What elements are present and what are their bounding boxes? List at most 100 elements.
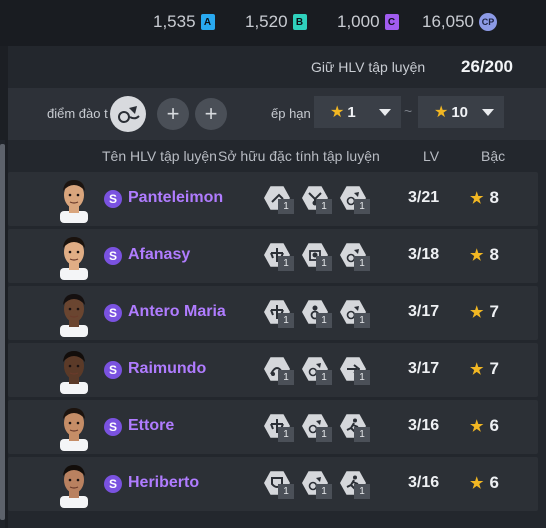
trait-badge: 1 bbox=[264, 470, 300, 500]
trainer-avatar bbox=[60, 408, 88, 451]
trainer-name: Ettore bbox=[128, 417, 175, 434]
dropdown-arrow-icon bbox=[379, 109, 391, 116]
training-filter-label: điểm đào t bbox=[47, 106, 108, 121]
trait-badge: 1 bbox=[340, 299, 376, 329]
grade-filter-label: ếp hạn bbox=[271, 106, 311, 121]
trait-level: 1 bbox=[316, 256, 332, 271]
trait-level: 1 bbox=[354, 370, 370, 385]
trainer-grade: ★ 8 bbox=[470, 188, 499, 207]
trainer-avatar bbox=[60, 294, 88, 337]
trainer-avatar bbox=[60, 465, 88, 508]
rank-s-badge: S bbox=[104, 475, 122, 493]
trainer-grade: ★ 7 bbox=[470, 302, 499, 321]
trainer-name: Heriberto bbox=[128, 474, 200, 491]
trainer-lv: 3/16 bbox=[408, 417, 440, 434]
currency-cp: 16,050 CP bbox=[422, 12, 497, 32]
trait-badge: 1 bbox=[264, 242, 300, 272]
trainer-row[interactable]: S Afanasy 1 1 1 3/18 ★ 8 bbox=[8, 229, 538, 283]
trait-badge: 1 bbox=[340, 356, 376, 386]
trait-level: 1 bbox=[316, 370, 332, 385]
trainer-name: Raimundo bbox=[128, 360, 207, 377]
star-icon: ★ bbox=[470, 304, 484, 321]
currency-a-icon: A bbox=[200, 14, 215, 30]
trait-level: 1 bbox=[278, 313, 294, 328]
trainer-hold-row: Giữ HLV tập luyện 26/200 bbox=[8, 46, 538, 86]
rank-s-badge: S bbox=[104, 361, 122, 379]
grade-min-select[interactable]: ★ 1 bbox=[314, 96, 401, 128]
trait-badge: 1 bbox=[302, 356, 338, 386]
hold-value: 26/200 bbox=[461, 57, 513, 76]
trainer-lv: 3/21 bbox=[408, 189, 440, 206]
add-trait-button-2[interactable]: + bbox=[195, 98, 227, 130]
star-icon: ★ bbox=[470, 361, 484, 378]
range-separator: ~ bbox=[404, 103, 413, 119]
cp-coin-icon: CP bbox=[479, 13, 497, 31]
trainer-avatar bbox=[60, 237, 88, 280]
currency-b-icon: B bbox=[292, 14, 307, 30]
trainer-row[interactable]: S Panteleimon 1 1 1 3/21 ★ 8 bbox=[8, 172, 538, 226]
star-icon: ★ bbox=[434, 104, 449, 121]
trait-badge: 1 bbox=[264, 356, 300, 386]
trait-badge: 1 bbox=[264, 413, 300, 443]
trainer-name: Panteleimon bbox=[128, 189, 224, 206]
column-header-lv[interactable]: LV bbox=[423, 148, 439, 164]
rank-s-badge: S bbox=[104, 418, 122, 436]
trait-badge: 1 bbox=[302, 413, 338, 443]
trainer-lv: 3/17 bbox=[408, 303, 440, 320]
trait-level: 1 bbox=[354, 199, 370, 214]
column-header-name[interactable]: Tên HLV tập luyện bbox=[102, 148, 217, 164]
trait-level: 1 bbox=[316, 199, 332, 214]
trait-level: 1 bbox=[354, 484, 370, 499]
trainer-row[interactable]: S Ettore 1 1 1 3/16 ★ 6 bbox=[8, 400, 538, 454]
currency-c-icon: C bbox=[384, 14, 399, 30]
plus-icon: + bbox=[204, 101, 218, 126]
trait-level: 1 bbox=[316, 313, 332, 328]
trait-level: 1 bbox=[354, 313, 370, 328]
trait-badge: 1 bbox=[302, 299, 338, 329]
trait-level: 1 bbox=[278, 427, 294, 442]
star-icon: ★ bbox=[470, 190, 484, 207]
trainer-grade: ★ 8 bbox=[470, 245, 499, 264]
star-icon: ★ bbox=[470, 247, 484, 264]
trait-level: 1 bbox=[278, 199, 294, 214]
star-icon: ★ bbox=[470, 418, 484, 435]
currency-bar: 1,535 A 1,520 B 1,000 C 16,050 CP bbox=[0, 0, 546, 46]
scrollbar-thumb[interactable] bbox=[0, 144, 5, 520]
add-trait-button-1[interactable]: + bbox=[157, 98, 189, 130]
plus-icon: + bbox=[166, 101, 180, 126]
rank-s-badge: S bbox=[104, 304, 122, 322]
trainer-avatar bbox=[60, 180, 88, 223]
column-header-grade[interactable]: Bậc bbox=[481, 148, 505, 164]
trait-badge: 1 bbox=[340, 413, 376, 443]
grade-max-select[interactable]: ★ 10 bbox=[418, 96, 504, 128]
trainer-row[interactable]: S Heriberto 1 1 1 3/16 ★ 6 bbox=[8, 457, 538, 511]
trainer-row[interactable]: S Raimundo 1 1 1 3/17 ★ 7 bbox=[8, 343, 538, 397]
dropdown-arrow-icon bbox=[482, 109, 494, 116]
trait-level: 1 bbox=[278, 256, 294, 271]
trait-badge: 1 bbox=[302, 185, 338, 215]
trainer-lv: 3/17 bbox=[408, 360, 440, 377]
star-icon: ★ bbox=[470, 475, 484, 492]
skill-move-icon bbox=[118, 106, 140, 123]
trait-level: 1 bbox=[354, 427, 370, 442]
trait-badge: 1 bbox=[302, 470, 338, 500]
hold-label: Giữ HLV tập luyện bbox=[311, 59, 426, 75]
training-trait-slot[interactable] bbox=[110, 96, 146, 132]
trait-badge: 1 bbox=[264, 299, 300, 329]
trait-badge: 1 bbox=[264, 185, 300, 215]
trait-level: 1 bbox=[316, 484, 332, 499]
trainer-grade: ★ 6 bbox=[470, 473, 499, 492]
trainer-grade: ★ 7 bbox=[470, 359, 499, 378]
trainer-row[interactable]: S Antero Maria 1 1 1 3/17 ★ 7 bbox=[8, 286, 538, 340]
column-header-traits[interactable]: Sở hữu đặc tính tập luyện bbox=[218, 148, 380, 164]
trainer-grade: ★ 6 bbox=[470, 416, 499, 435]
trainer-name: Afanasy bbox=[128, 246, 191, 263]
currency-a: 1,535 A bbox=[153, 12, 215, 32]
currency-c: 1,000 C bbox=[337, 12, 399, 32]
trait-level: 1 bbox=[278, 370, 294, 385]
trainer-lv: 3/18 bbox=[408, 246, 440, 263]
trait-badge: 1 bbox=[340, 470, 376, 500]
star-icon: ★ bbox=[330, 104, 345, 121]
trait-level: 1 bbox=[278, 484, 294, 499]
trainer-name: Antero Maria bbox=[128, 303, 226, 320]
